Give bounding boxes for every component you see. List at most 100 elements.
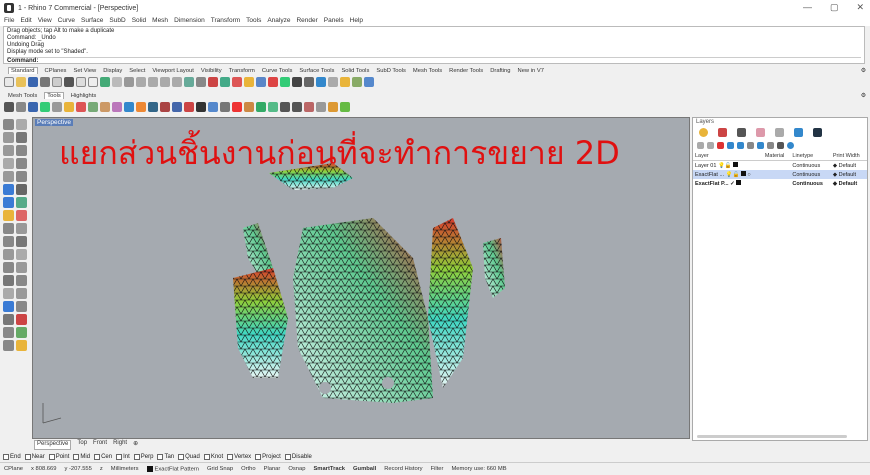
dimension-tool-icon[interactable] — [16, 301, 27, 312]
undo-icon[interactable] — [100, 77, 110, 87]
move-down-icon[interactable] — [737, 142, 744, 149]
osnap-knot[interactable]: Knot — [203, 453, 223, 460]
plugin-icon[interactable] — [340, 102, 350, 112]
heat-map-icon[interactable] — [184, 102, 194, 112]
col-linetype[interactable]: Linetype — [790, 152, 831, 161]
notch-icon[interactable] — [268, 102, 278, 112]
zoom-extents-icon[interactable] — [160, 77, 170, 87]
stitch-icon[interactable] — [256, 102, 266, 112]
block-icon[interactable] — [16, 340, 27, 351]
move-parent-icon[interactable] — [747, 142, 754, 149]
linetype[interactable]: Continuous — [790, 170, 831, 179]
new-layer-icon[interactable] — [697, 142, 704, 149]
line-icon[interactable] — [232, 102, 242, 112]
extrude-icon[interactable] — [16, 184, 27, 195]
save-small-icon[interactable] — [28, 102, 38, 112]
remesh-icon[interactable] — [196, 102, 206, 112]
arc-icon[interactable] — [16, 145, 27, 156]
current-layer[interactable]: ExactFlat Pattern — [146, 465, 199, 472]
help-panel-icon[interactable] — [794, 128, 803, 137]
rectangle-icon[interactable] — [3, 158, 14, 169]
split-icon[interactable] — [100, 102, 110, 112]
measure-icon[interactable] — [316, 102, 326, 112]
ruler-icon[interactable] — [328, 102, 338, 112]
layer-name[interactable]: Layer 01 — [695, 163, 716, 169]
select-icon[interactable] — [268, 77, 278, 87]
lock-icon[interactable] — [256, 77, 266, 87]
mesh-tool-2-icon[interactable] — [3, 210, 14, 221]
grid-snap-toggle[interactable]: Grid Snap — [207, 466, 233, 472]
layer-color[interactable] — [736, 180, 742, 185]
zoom-selected-icon[interactable] — [172, 77, 182, 87]
print-width[interactable]: ◆ Default — [831, 161, 867, 171]
polygon-icon[interactable] — [16, 158, 27, 169]
osnap-mid[interactable]: Mid — [73, 453, 90, 460]
print-width[interactable]: ◆ Default — [831, 179, 867, 188]
mesh-piece-far-right[interactable] — [483, 238, 505, 298]
properties-panel-icon[interactable] — [699, 128, 708, 137]
options-icon[interactable] — [328, 77, 338, 87]
ellipse-icon[interactable] — [3, 171, 14, 182]
sphere-tool-icon[interactable] — [16, 197, 27, 208]
tab-viewport-layout[interactable]: Viewport Layout — [152, 68, 193, 74]
menu-help[interactable]: Help — [350, 16, 363, 26]
print-width[interactable]: ◆ Default — [830, 170, 867, 179]
col-print-width[interactable]: Print Width — [830, 152, 867, 161]
osnap-project[interactable]: Project — [255, 453, 281, 460]
point-icon[interactable] — [220, 77, 230, 87]
reduce-mesh-icon[interactable] — [16, 102, 26, 112]
osnap-point[interactable]: Point — [48, 453, 69, 460]
settings-icon[interactable] — [220, 102, 230, 112]
col-material[interactable]: Material — [762, 152, 791, 161]
maximize-button[interactable]: ▢ — [830, 2, 839, 13]
osnap-vertex[interactable]: Vertex — [227, 453, 251, 460]
tab-cplanes[interactable]: CPlanes — [45, 68, 67, 74]
freeform-icon[interactable] — [16, 171, 27, 182]
circle-icon[interactable] — [3, 145, 14, 156]
print-icon[interactable] — [40, 77, 50, 87]
horizontal-scrollbar[interactable] — [697, 435, 847, 438]
osnap-quad[interactable]: Quad — [178, 453, 200, 460]
osnap-disable[interactable]: Disable — [284, 453, 312, 460]
label-icon[interactable] — [292, 102, 302, 112]
light-icon[interactable] — [244, 77, 254, 87]
osnap-toggle[interactable]: Osnap — [288, 466, 305, 472]
paste-icon[interactable] — [88, 77, 98, 87]
libraries-panel-icon[interactable] — [775, 128, 784, 137]
split-tool-icon[interactable] — [16, 236, 27, 247]
move-tool-icon[interactable] — [3, 262, 14, 273]
tab-curve-tools[interactable]: Curve Tools — [262, 68, 293, 74]
offset-icon[interactable] — [16, 223, 27, 234]
pin-icon[interactable] — [64, 102, 74, 112]
mesh-piece-right[interactable] — [428, 218, 473, 388]
filter-icon[interactable] — [757, 142, 764, 149]
perspective-viewport[interactable]: Perspective แยกส่วนชิ้นงานก่อนที่จะทำการ… — [32, 117, 690, 439]
curve-tool-icon[interactable] — [16, 132, 27, 143]
surface-tool-icon[interactable] — [3, 184, 14, 195]
gumball-toggle[interactable]: Gumball — [353, 466, 376, 472]
layers-panel-icon[interactable] — [718, 128, 727, 137]
point-tool-icon[interactable] — [16, 119, 27, 130]
lock-icon[interactable]: 🔓 — [725, 163, 732, 169]
tab-set-view[interactable]: Set View — [73, 68, 96, 74]
tab-surface-tools[interactable]: Surface Tools — [299, 68, 334, 74]
delete-layer-icon[interactable] — [717, 142, 724, 149]
menu-analyze[interactable]: Analyze — [267, 16, 290, 26]
tab-select[interactable]: Select — [129, 68, 145, 74]
pattern-icon[interactable] — [136, 102, 146, 112]
tab-mesh-tools-2[interactable]: Mesh Tools — [8, 93, 37, 99]
tab-top[interactable]: Top — [77, 440, 87, 450]
text-icon[interactable] — [280, 102, 290, 112]
cut-icon[interactable] — [64, 77, 74, 87]
move-icon[interactable] — [208, 77, 218, 87]
nest-icon[interactable] — [172, 102, 182, 112]
zoom-window-icon[interactable] — [148, 77, 158, 87]
help-layer-icon[interactable] — [787, 142, 794, 149]
tab-solid-tools[interactable]: Solid Tools — [341, 68, 369, 74]
mesh-tool-icon[interactable] — [4, 102, 14, 112]
layer-row[interactable]: ExactFlat P... ✓ Continuous ◆ Default — [693, 179, 867, 188]
rotate-view-icon[interactable] — [124, 77, 134, 87]
display-panel-icon[interactable] — [737, 128, 746, 137]
trim-icon[interactable] — [3, 236, 14, 247]
open-folder-icon[interactable] — [16, 77, 26, 87]
